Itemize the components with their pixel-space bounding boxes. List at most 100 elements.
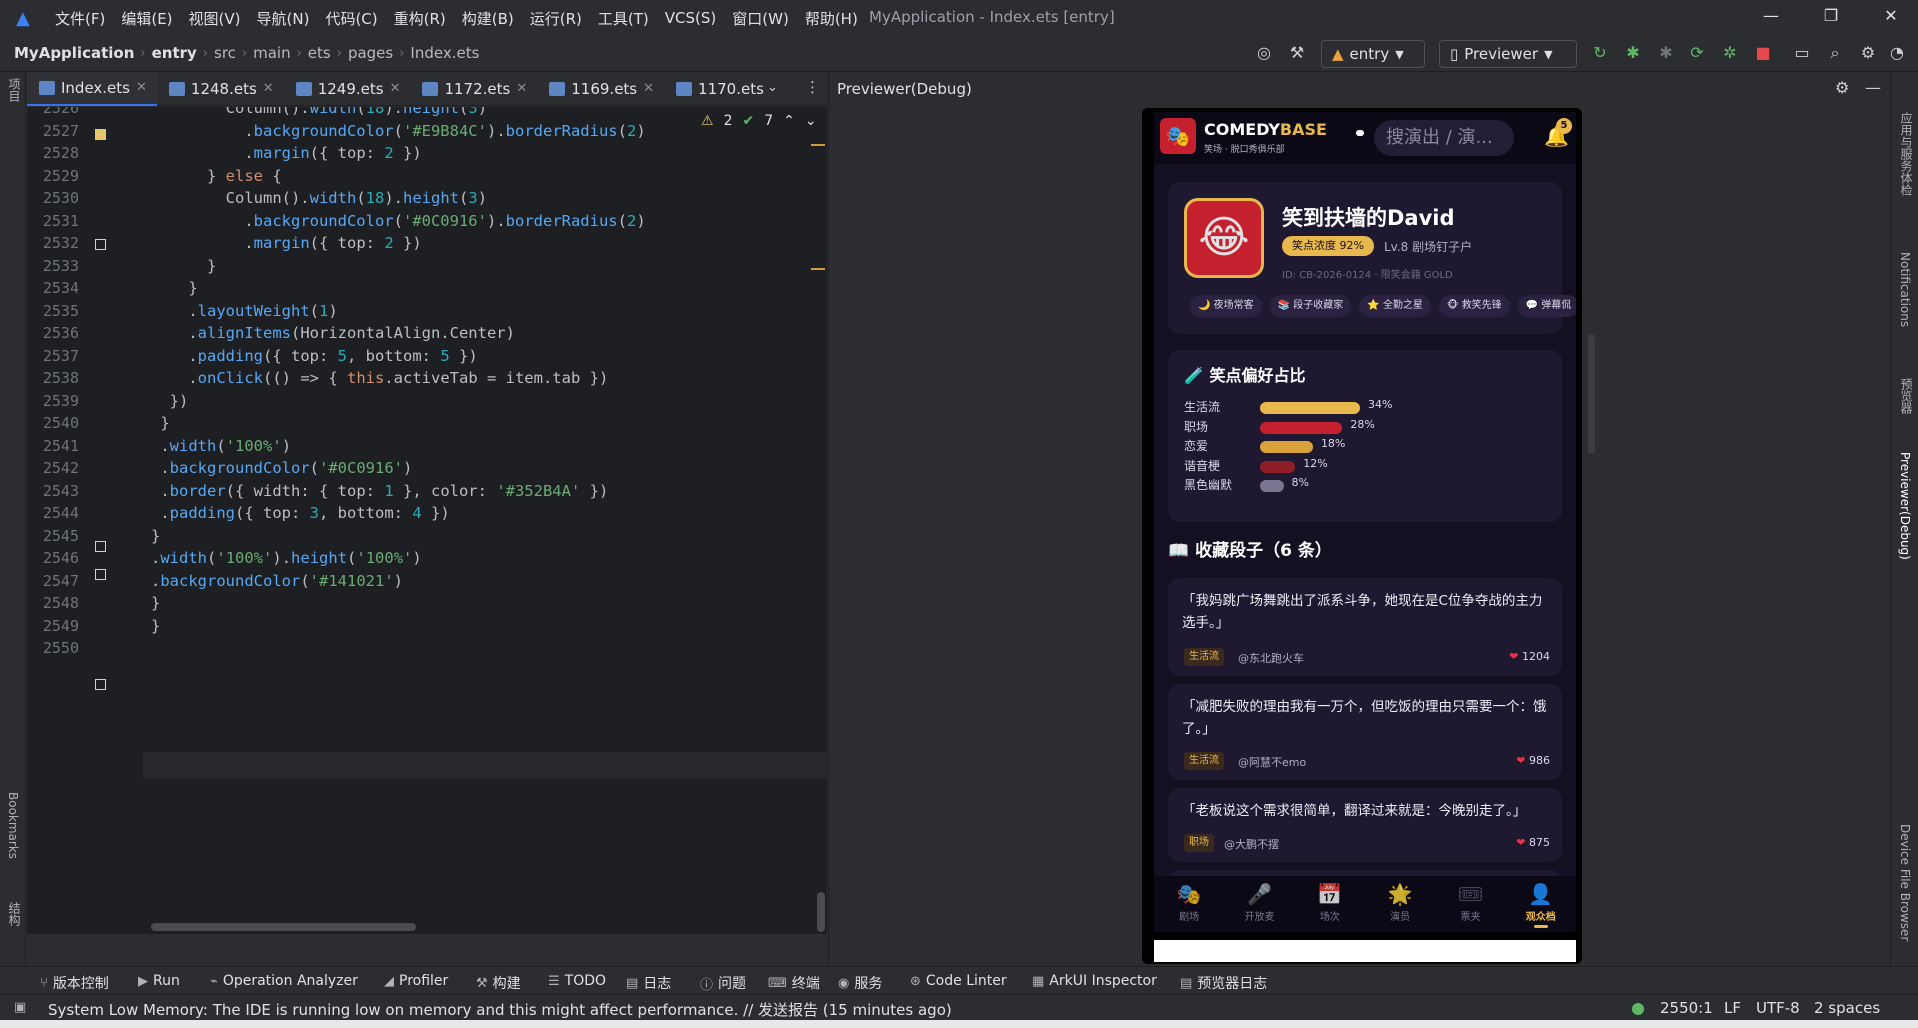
tag-chip[interactable]: 💬 弹幕侃: [1517, 295, 1576, 317]
close-tab-icon[interactable]: ✕: [263, 81, 274, 96]
code-line[interactable]: .layoutWeight(1): [151, 302, 337, 320]
vertical-scrollbar[interactable]: [817, 892, 825, 932]
tab-1172[interactable]: 1172.ets ✕: [410, 72, 537, 106]
app-screen[interactable]: 🎭 COMEDYBASE 笑场 · 脱口秀俱乐部 搜演出 / 演... 🔔 5 …: [1154, 112, 1576, 932]
gear-icon[interactable]: ⚙: [1857, 43, 1879, 65]
nav-theater[interactable]: 🎭 剧场: [1154, 876, 1224, 932]
menu-code[interactable]: 代码(C): [324, 4, 378, 33]
code-line[interactable]: Column().width(18).height(3): [151, 189, 487, 207]
maximize-button[interactable]: ❐: [1816, 6, 1846, 30]
menu-window[interactable]: 窗口(W): [731, 4, 790, 33]
device-manager-icon[interactable]: ▭: [1791, 43, 1813, 65]
account-icon[interactable]: ◔: [1886, 43, 1908, 65]
close-tab-icon[interactable]: ✕: [516, 81, 527, 96]
code-line[interactable]: .width('100%'): [151, 437, 291, 455]
minimize-panel-icon[interactable]: —: [1865, 78, 1881, 97]
code-line[interactable]: .padding({ top: 3, bottom: 4 }): [151, 504, 449, 522]
joke-likes[interactable]: ❤ 1204: [1509, 650, 1550, 663]
joke-card[interactable]: 「减肥失败的理由我有一万个，但吃饭的理由只需要一个：饿了。」 生活流 @阿慧不e…: [1168, 684, 1562, 780]
tool-terminal[interactable]: ⌨ 终端: [768, 973, 820, 993]
minimize-button[interactable]: —: [1756, 6, 1786, 30]
tool-arkui-inspector[interactable]: ▦ ArkUI Inspector: [1032, 973, 1157, 989]
menu-help[interactable]: 帮助(H): [804, 4, 859, 33]
indent-setting[interactable]: 2 spaces: [1814, 999, 1880, 1017]
nav-profile[interactable]: 👤 观众档: [1506, 876, 1576, 932]
breadcrumb-src[interactable]: src: [214, 44, 236, 62]
joke-card[interactable]: 「我妈跳广场舞跳出了派系斗争，她现在是C位争夺战的主力选手。」 生活流 @东北跑…: [1168, 578, 1562, 676]
menu-run[interactable]: 运行(R): [529, 4, 583, 33]
code-line[interactable]: .width('100%').height('100%'): [151, 549, 422, 567]
code-line[interactable]: .onClick(() => { this.activeTab = item.t…: [151, 369, 608, 387]
search-icon[interactable]: ⌕: [1824, 43, 1846, 65]
tool-previewer-log[interactable]: ▤ 预览器日志: [1180, 973, 1267, 993]
menu-view[interactable]: 视图(V): [188, 4, 242, 33]
inspection-widget[interactable]: ⚠ 2 ✔ 7 ⌃ ⌄: [701, 113, 817, 129]
tab-1170[interactable]: 1170.ets: [664, 72, 774, 106]
menu-vcs[interactable]: VCS(S): [664, 5, 717, 31]
color-swatch-icon[interactable]: [95, 239, 106, 250]
nav-tickets[interactable]: 🎟 票夹: [1435, 876, 1505, 932]
file-encoding[interactable]: UTF-8: [1756, 999, 1800, 1017]
target-icon[interactable]: ◎: [1253, 43, 1275, 65]
attach-debugger-icon[interactable]: ✱: [1655, 43, 1677, 65]
breadcrumb-main[interactable]: main: [253, 44, 290, 62]
menu-refactor[interactable]: 重构(R): [393, 4, 447, 33]
joke-likes[interactable]: ❤ 986: [1516, 754, 1550, 767]
menu-navigate[interactable]: 导航(N): [256, 4, 311, 33]
search-input[interactable]: 搜演出 / 演...: [1374, 120, 1514, 156]
code-editor[interactable]: 2526 2527 2528 2529 2530 2531 2532 2533 2534 2535…: [27, 107, 827, 934]
close-tab-icon[interactable]: ✕: [643, 81, 654, 96]
structure-tool-button[interactable]: 结构: [6, 902, 23, 926]
code-line[interactable]: .border({ width: { top: 1 }, color: '#35…: [151, 482, 608, 500]
tool-log[interactable]: ▤ 日志: [626, 973, 671, 993]
chevron-up-icon[interactable]: ⌃: [783, 113, 795, 129]
preview-tool-button[interactable]: 预览器: [1898, 378, 1915, 414]
code-line[interactable]: }: [151, 257, 216, 275]
code-line[interactable]: Column().width(18).height(3): [151, 107, 487, 117]
code-line[interactable]: .backgroundColor('#0C0916'): [151, 459, 412, 477]
joke-likes[interactable]: ❤ 875: [1516, 836, 1550, 849]
color-swatch-icon[interactable]: [95, 569, 106, 580]
tab-index[interactable]: Index.ets ✕: [27, 71, 157, 106]
status-dot-icon[interactable]: [1632, 1003, 1644, 1015]
tool-code-linter[interactable]: ⊛ Code Linter: [910, 973, 1007, 989]
code-line[interactable]: .backgroundColor('#E9B84C').borderRadius…: [151, 122, 645, 140]
code-line[interactable]: .padding({ top: 5, bottom: 5 }): [151, 347, 477, 365]
tool-vcs[interactable]: ⑂ 版本控制: [40, 973, 109, 993]
chevron-down-icon[interactable]: ⌄: [767, 80, 778, 95]
apply-changes-icon[interactable]: ⟳: [1686, 43, 1708, 65]
code-line[interactable]: }: [151, 594, 160, 612]
debug-icon[interactable]: ✱: [1622, 43, 1644, 65]
tool-run[interactable]: ▶ Run: [138, 973, 180, 989]
previewer-tool-button[interactable]: Previewer(Debug): [1898, 452, 1912, 560]
device-file-browser-button[interactable]: Device File Browser: [1898, 824, 1912, 941]
layout-icon[interactable]: ▣: [14, 1000, 26, 1015]
services-tool-button[interactable]: 应用与服务体检: [1898, 112, 1915, 196]
tool-problems[interactable]: ⓘ 问题: [700, 973, 746, 993]
nav-performers[interactable]: 🌟 演员: [1365, 876, 1435, 932]
device-selector[interactable]: ▯ Previewer ▼: [1439, 40, 1577, 68]
code-line[interactable]: }: [151, 527, 160, 545]
code-line[interactable]: .backgroundColor('#141021'): [151, 572, 403, 590]
tag-chip[interactable]: 📚 段子收藏家: [1269, 295, 1352, 317]
rerun-icon[interactable]: ↻: [1589, 43, 1611, 65]
code-line[interactable]: }): [151, 392, 189, 410]
chevron-down-icon[interactable]: ⌄: [805, 113, 817, 129]
tool-operation-analyzer[interactable]: ⌁ Operation Analyzer: [210, 973, 358, 989]
breadcrumb-ets[interactable]: ets: [308, 44, 331, 62]
gear-icon[interactable]: ⚙: [1835, 78, 1849, 97]
breadcrumb-project[interactable]: MyApplication: [14, 44, 134, 62]
caret-position[interactable]: 2550:1: [1660, 999, 1713, 1017]
close-button[interactable]: ✕: [1876, 6, 1906, 30]
line-separator[interactable]: LF: [1724, 999, 1741, 1017]
tab-1169[interactable]: 1169.ets ✕: [537, 72, 664, 106]
tag-chip[interactable]: 🐵 救笑先锋: [1438, 295, 1510, 317]
status-message[interactable]: System Low Memory: The IDE is running lo…: [48, 999, 952, 1020]
color-swatch-icon[interactable]: [95, 679, 106, 690]
close-tab-icon[interactable]: ✕: [136, 80, 147, 95]
profile-icon[interactable]: ✲: [1719, 43, 1741, 65]
code-line[interactable]: }: [151, 279, 197, 297]
tool-services[interactable]: ◉ 服务: [838, 973, 882, 993]
tool-todo[interactable]: ☰ TODO: [548, 973, 606, 989]
module-selector[interactable]: ▲ entry ▼: [1321, 40, 1425, 68]
